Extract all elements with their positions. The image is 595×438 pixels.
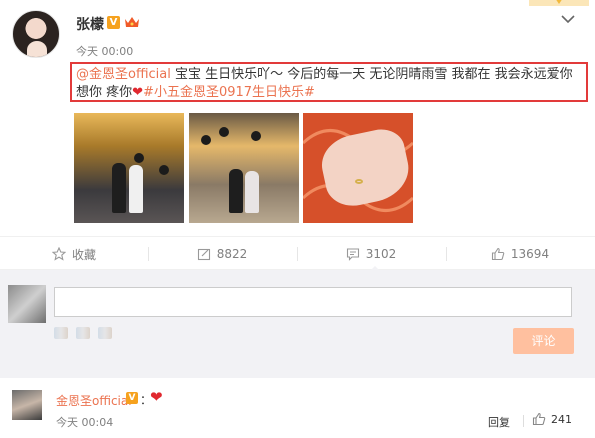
heart-icon: ❤ — [150, 388, 163, 406]
comment-submit-button[interactable]: 评论 — [513, 328, 574, 354]
repost-icon — [197, 248, 210, 261]
repost-count: 8822 — [216, 247, 248, 261]
reply-like-count: 241 — [551, 412, 572, 426]
crown-icon — [125, 17, 139, 27]
verified-badge-icon: V — [107, 16, 120, 29]
repost-button[interactable]: 8822 — [148, 237, 296, 271]
like-count: 13694 — [510, 247, 550, 261]
mention-link[interactable]: @金恩圣official — [76, 67, 171, 82]
divider — [523, 415, 524, 427]
author-name[interactable]: 张檬 — [76, 14, 104, 34]
favorite-button[interactable]: 收藏 — [0, 237, 148, 271]
weibo-post-card: 张檬 V 今天 00:00 @金恩圣official 宝宝 生日快乐吖～ 今后的… — [0, 0, 595, 438]
balloon — [251, 131, 261, 141]
comment-icon — [346, 248, 359, 261]
corner-decoration-icon — [529, 0, 589, 6]
heart-icon: ❤ — [132, 85, 144, 100]
balloon — [134, 153, 144, 163]
checkbox-icon[interactable] — [98, 327, 112, 339]
caret-up-icon — [369, 266, 381, 272]
favorite-label: 收藏 — [71, 247, 96, 262]
reply-author-name[interactable]: 金恩圣official — [56, 392, 132, 409]
person-figure — [229, 169, 243, 213]
star-icon — [51, 247, 66, 261]
verified-badge-icon: V — [126, 392, 138, 404]
balloon — [159, 165, 169, 175]
thumbs-up-icon — [491, 247, 505, 261]
post-text-highlighted: @金恩圣official 宝宝 生日快乐吖～ 今后的每一天 无论阴晴雨雪 我都在… — [70, 62, 588, 102]
ring-icon — [355, 179, 363, 184]
emoji-icon[interactable] — [54, 327, 68, 339]
reply-like-button[interactable]: 241 — [532, 412, 572, 426]
comment-count: 3102 — [365, 247, 397, 261]
image-icon[interactable] — [76, 327, 90, 339]
current-user-avatar — [8, 285, 46, 323]
balloon — [201, 135, 211, 145]
post-photo-1[interactable] — [74, 113, 184, 223]
person-figure — [129, 165, 143, 213]
hashtag-link[interactable]: #小五金恩圣0917生日快乐# — [143, 85, 315, 100]
reply-author-avatar[interactable] — [12, 390, 42, 420]
post-timestamp[interactable]: 今天 00:00 — [76, 43, 133, 59]
reply-timestamp: 今天 00:04 — [56, 416, 114, 429]
chevron-down-icon[interactable] — [561, 14, 575, 24]
balloon — [219, 127, 229, 137]
person-figure — [245, 171, 259, 213]
post-photo-3[interactable] — [303, 113, 413, 223]
reply-button[interactable]: 回复 — [488, 414, 510, 430]
author-avatar[interactable] — [12, 10, 60, 58]
composer-tools[interactable] — [54, 327, 174, 341]
comment-input[interactable] — [54, 287, 572, 317]
like-button[interactable]: 13694 — [446, 237, 594, 271]
action-bar: 收藏 8822 3102 13694 — [0, 236, 595, 270]
comment-composer: 评论 — [0, 270, 595, 378]
thumbs-up-icon — [532, 412, 546, 426]
post-photo-2[interactable] — [189, 113, 299, 223]
person-figure — [112, 163, 126, 213]
